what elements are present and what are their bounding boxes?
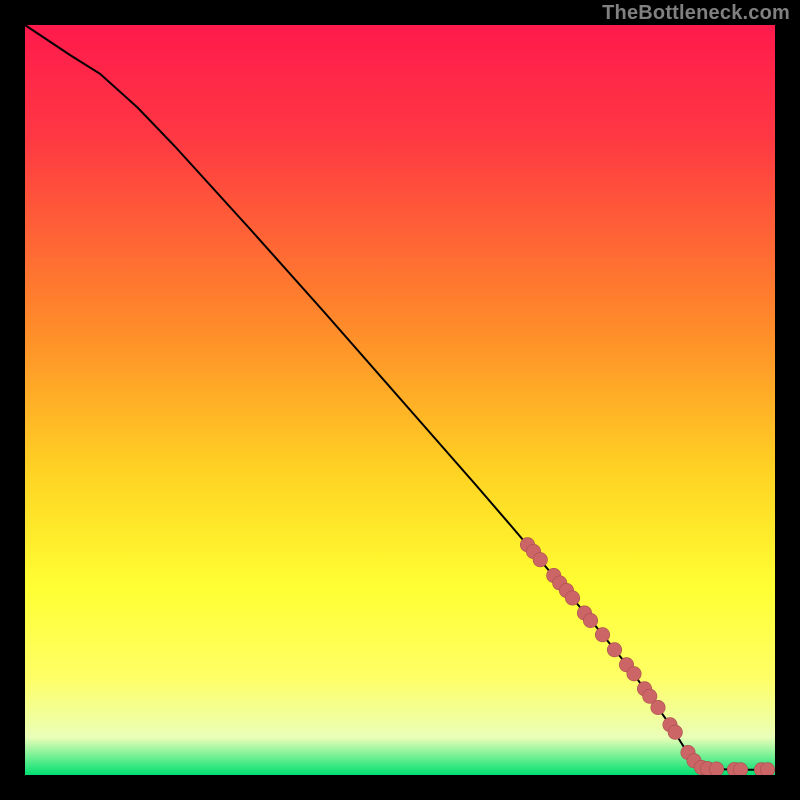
data-marker	[533, 553, 547, 567]
chart-stage: TheBottleneck.com	[0, 0, 800, 800]
data-marker	[668, 725, 682, 739]
data-marker	[607, 643, 621, 657]
plot-area	[25, 25, 775, 775]
data-marker	[651, 700, 665, 714]
attribution-label: TheBottleneck.com	[602, 2, 790, 25]
data-marker	[709, 762, 723, 775]
data-marker	[760, 763, 774, 775]
data-marker	[565, 591, 579, 605]
data-marker	[733, 763, 747, 775]
data-marker	[583, 613, 597, 627]
data-marker	[627, 667, 641, 681]
threshold-curve	[25, 25, 775, 770]
data-marker	[595, 628, 609, 642]
curve-layer	[25, 25, 775, 775]
marker-group	[520, 538, 774, 775]
